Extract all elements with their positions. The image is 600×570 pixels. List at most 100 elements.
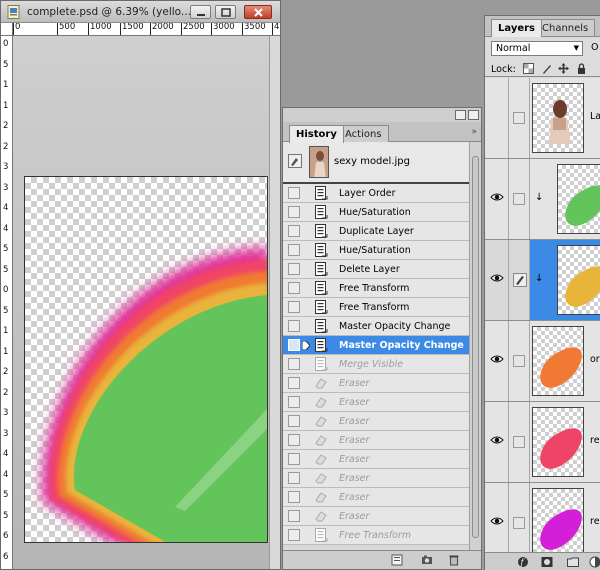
layers-palette[interactable]: Layers Channels Normal ▼ O Lock: Lay ↓ ↓ or… — [484, 15, 600, 570]
history-palette-header[interactable] — [283, 108, 481, 122]
history-state-row[interactable]: Delete Layer — [283, 260, 469, 279]
history-state-row[interactable]: Eraser — [283, 374, 469, 393]
history-source-checkbox[interactable] — [288, 510, 300, 522]
layer-row[interactable]: red — [485, 402, 600, 483]
history-source-checkbox[interactable] — [288, 472, 300, 484]
layer-mask-icon[interactable] — [541, 556, 553, 568]
history-source-checkbox[interactable] — [288, 263, 300, 275]
layer-visibility-toggle[interactable] — [485, 78, 509, 158]
history-state-row[interactable]: Master Opacity Change — [283, 336, 469, 355]
history-source-checkbox[interactable] — [288, 339, 300, 351]
history-state-row[interactable]: Master Opacity Change — [283, 317, 469, 336]
layer-row[interactable]: ora — [485, 321, 600, 402]
history-state-row[interactable]: Eraser — [283, 488, 469, 507]
history-source-checkbox[interactable] — [288, 244, 300, 256]
layer-thumbnail[interactable] — [557, 245, 600, 315]
palette-minimize-button[interactable] — [455, 110, 466, 120]
layer-link-toggle[interactable] — [509, 402, 530, 482]
maximize-button[interactable] — [215, 5, 236, 19]
blend-mode-select[interactable]: Normal ▼ — [491, 41, 583, 56]
layer-thumbnail[interactable] — [532, 407, 584, 477]
tab-actions[interactable]: Actions — [338, 125, 389, 142]
layer-thumbnail[interactable] — [532, 488, 584, 558]
close-button[interactable] — [244, 5, 272, 19]
history-state-slider-icon[interactable] — [302, 341, 310, 350]
document-window[interactable]: complete.psd @ 6.39% (yello... 0 500 1000 1… — [0, 0, 281, 570]
history-state-row[interactable]: Free Transform — [283, 279, 469, 298]
history-scroll-thumb[interactable] — [472, 156, 479, 538]
layer-style-icon[interactable]: f — [517, 556, 529, 568]
layer-visibility-toggle[interactable] — [485, 159, 509, 239]
new-group-icon[interactable] — [567, 556, 579, 568]
history-state-row[interactable]: Eraser — [283, 469, 469, 488]
layer-visibility-toggle[interactable] — [485, 483, 509, 563]
layer-row[interactable]: ↓ — [485, 159, 600, 240]
layer-row[interactable]: ↓ — [485, 240, 600, 321]
layer-visibility-toggle[interactable] — [485, 402, 509, 482]
history-state-row[interactable]: Eraser — [283, 412, 469, 431]
history-source-checkbox[interactable] — [288, 206, 300, 218]
history-state-row[interactable]: Merge Visible — [283, 355, 469, 374]
history-state-row[interactable]: Free Transform — [283, 298, 469, 317]
history-source-checkbox[interactable] — [288, 187, 300, 199]
layer-link-toggle[interactable] — [509, 483, 530, 563]
layer-thumbnail[interactable] — [557, 164, 600, 234]
document-title-bar[interactable]: complete.psd @ 6.39% (yello... — [1, 1, 280, 23]
history-snapshot[interactable]: sexy model.jpg — [283, 142, 469, 184]
history-state-row[interactable]: Free Transform — [283, 526, 469, 545]
history-source-checkbox[interactable] — [288, 415, 300, 427]
history-state-label: Free Transform — [339, 302, 410, 313]
history-source-checkbox[interactable] — [288, 225, 300, 237]
tab-channels[interactable]: Channels — [535, 19, 596, 36]
layer-visibility-toggle[interactable] — [485, 321, 509, 401]
document-scrollbar[interactable] — [269, 36, 280, 569]
layer-link-toggle[interactable] — [509, 240, 530, 320]
tab-layers[interactable]: Layers — [491, 19, 542, 37]
layer-link-toggle[interactable] — [509, 321, 530, 401]
history-state-row[interactable]: Eraser — [283, 431, 469, 450]
history-state-row[interactable]: Layer Order — [283, 184, 469, 203]
vertical-ruler[interactable]: 0 5 1 1 2 2 3 3 4 4 5 5 0 5 1 1 2 2 3 3 4 4 5 5 6 6 — [1, 36, 13, 569]
minimize-button[interactable] — [190, 5, 211, 19]
layer-thumbnail[interactable] — [532, 83, 584, 153]
image-canvas[interactable] — [24, 176, 268, 543]
history-state-row[interactable]: Eraser — [283, 450, 469, 469]
lock-all-icon[interactable] — [576, 63, 587, 74]
ruler-left-label: 1 — [3, 346, 9, 357]
ruler-origin[interactable] — [1, 23, 13, 36]
layer-thumbnail[interactable] — [532, 326, 584, 396]
create-snapshot-icon[interactable] — [421, 554, 433, 566]
layer-link-toggle[interactable] — [509, 159, 530, 239]
history-source-checkbox[interactable] — [288, 434, 300, 446]
palette-menu-icon[interactable]: » — [471, 127, 477, 137]
history-source-checkbox[interactable] — [288, 358, 300, 370]
history-source-checkbox[interactable] — [288, 377, 300, 389]
history-source-checkbox[interactable] — [288, 453, 300, 465]
tab-history[interactable]: History — [289, 125, 344, 143]
history-brush-icon[interactable] — [288, 154, 302, 168]
history-scrollbar[interactable] — [469, 142, 481, 550]
horizontal-ruler[interactable]: 0 500 1000 1500 2000 2500 3000 3500 4 — [13, 23, 280, 36]
lock-position-icon[interactable] — [558, 63, 569, 74]
lock-transparent-pixels-icon[interactable] — [523, 63, 534, 74]
layer-link-toggle[interactable] — [509, 78, 530, 158]
history-palette[interactable]: History Actions » sexy model.jpg Layer O… — [282, 107, 482, 570]
history-state-row[interactable]: Hue/Saturation — [283, 241, 469, 260]
history-state-row[interactable]: Eraser — [283, 393, 469, 412]
history-source-checkbox[interactable] — [288, 396, 300, 408]
layer-visibility-toggle[interactable] — [485, 240, 509, 320]
delete-state-icon[interactable] — [448, 554, 460, 566]
history-state-row[interactable]: Eraser — [283, 507, 469, 526]
adjustment-layer-icon[interactable] — [589, 556, 600, 568]
history-state-row[interactable]: Duplicate Layer — [283, 222, 469, 241]
palette-close-button[interactable] — [468, 110, 479, 120]
lock-image-pixels-icon[interactable] — [541, 63, 552, 74]
history-source-checkbox[interactable] — [288, 529, 300, 541]
new-document-from-state-icon[interactable] — [391, 554, 403, 566]
history-state-row[interactable]: Hue/Saturation — [283, 203, 469, 222]
history-source-checkbox[interactable] — [288, 301, 300, 313]
history-source-checkbox[interactable] — [288, 491, 300, 503]
history-source-checkbox[interactable] — [288, 320, 300, 332]
layer-row[interactable]: Lay — [485, 78, 600, 159]
history-source-checkbox[interactable] — [288, 282, 300, 294]
